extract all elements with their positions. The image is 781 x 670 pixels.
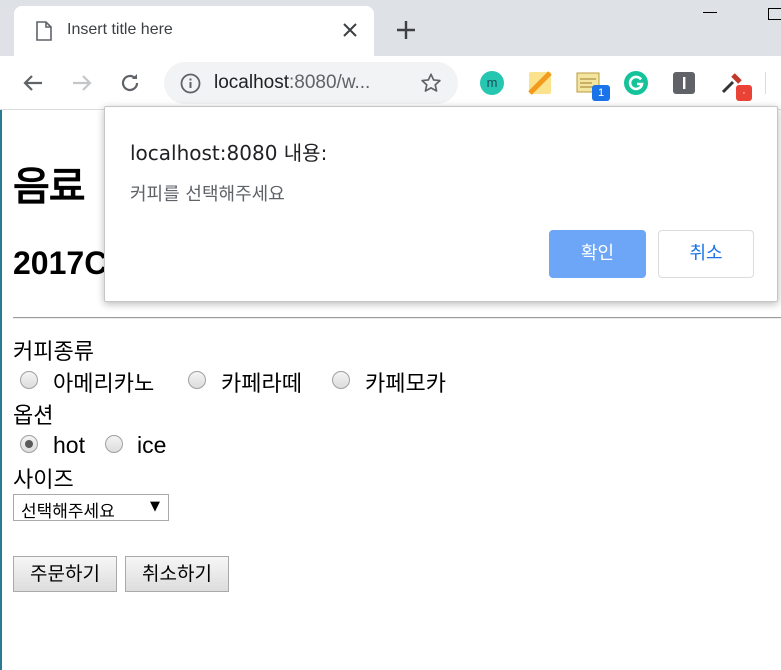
page-subtitle: 2017C xyxy=(13,245,108,281)
radio-label-americano: 아메리카노 xyxy=(53,372,155,397)
dropdown-arrow-icon: ▼ xyxy=(150,499,160,514)
radio-cafe-mocha[interactable] xyxy=(332,371,350,389)
info-icon[interactable] xyxy=(180,73,201,98)
minimize-icon[interactable] xyxy=(703,12,717,13)
reload-icon[interactable] xyxy=(118,71,142,95)
eyedropper-icon[interactable]: · xyxy=(720,71,752,101)
coffee-type-label: 커피종류 xyxy=(13,340,94,365)
size-select[interactable]: 선택해주세요 ▼ xyxy=(13,494,169,522)
radio-ice[interactable] xyxy=(105,435,123,453)
size-select-value: 선택해주세요 xyxy=(21,502,115,522)
radio-label-cafe-latte: 카페라떼 xyxy=(221,372,302,397)
url-text: localhost:8080/w... xyxy=(214,72,370,94)
dialog-cancel-button[interactable]: 취소 xyxy=(658,230,754,278)
alert-dialog: localhost:8080 내용: 커피를 선택해주세요 확인 취소 xyxy=(104,106,778,302)
radio-label-cafe-mocha: 카페모카 xyxy=(365,372,446,397)
url-host: localhost xyxy=(214,72,289,93)
window-left-edge xyxy=(0,110,2,670)
option-label: 옵션 xyxy=(13,404,54,429)
new-tab-icon[interactable] xyxy=(395,19,417,45)
tab-strip: Insert title here xyxy=(0,0,781,56)
maximize-icon[interactable] xyxy=(768,8,781,20)
notes-icon[interactable]: 1 xyxy=(576,71,610,101)
document-icon xyxy=(36,21,52,45)
tab-title: Insert title here xyxy=(67,21,173,38)
browser-toolbar: localhost:8080/w... m 1 · xyxy=(0,56,781,110)
radio-label-hot: hot xyxy=(53,432,85,458)
i-extension-icon[interactable] xyxy=(672,71,696,95)
bookmark-star-icon[interactable] xyxy=(420,72,442,98)
radio-cafe-latte[interactable] xyxy=(188,371,206,389)
size-label: 사이즈 xyxy=(13,468,74,493)
m-extension-icon[interactable]: m xyxy=(480,71,504,95)
close-icon[interactable] xyxy=(340,20,360,44)
dialog-message: 커피를 선택해주세요 xyxy=(130,184,285,205)
dialog-ok-button[interactable]: 확인 xyxy=(549,230,646,278)
radio-hot[interactable] xyxy=(20,435,38,453)
horizontal-rule xyxy=(13,317,781,319)
forward-arrow-icon[interactable] xyxy=(70,71,94,95)
eyedropper-badge: · xyxy=(736,85,752,101)
radio-americano[interactable] xyxy=(20,371,38,389)
dialog-title: localhost:8080 내용: xyxy=(130,141,328,165)
browser-tab[interactable]: Insert title here xyxy=(14,6,374,56)
address-bar[interactable]: localhost:8080/w... xyxy=(164,62,458,104)
grammarly-icon[interactable] xyxy=(624,71,648,95)
cancel-order-button[interactable]: 취소하기 xyxy=(125,556,229,592)
svg-text:m: m xyxy=(487,75,498,90)
notes-badge: 1 xyxy=(592,85,610,101)
order-button[interactable]: 주문하기 xyxy=(13,556,117,592)
toolbar-divider xyxy=(765,72,766,94)
page-title: 음료 xyxy=(13,164,86,210)
radio-label-ice: ice xyxy=(137,432,167,458)
back-arrow-icon[interactable] xyxy=(21,71,45,95)
url-path: :8080/w... xyxy=(289,72,371,93)
sticky-note-icon[interactable] xyxy=(528,71,552,95)
